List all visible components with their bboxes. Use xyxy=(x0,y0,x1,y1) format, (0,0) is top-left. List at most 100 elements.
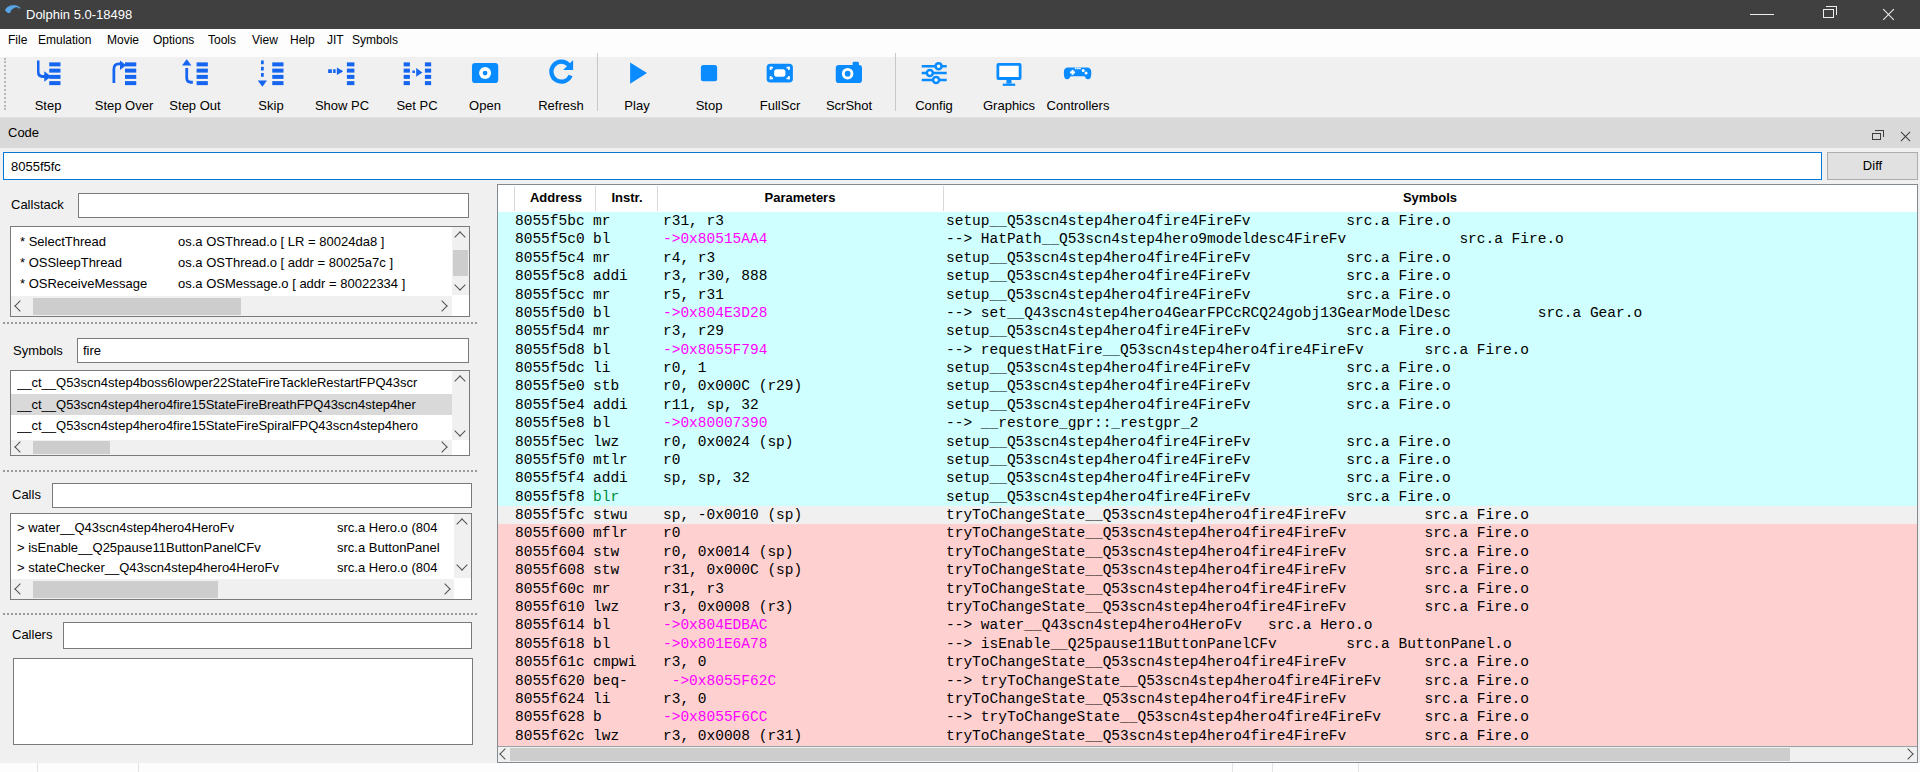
code-row-8055f5e8[interactable]: 8055f5e8bl->0x80007390--> __restore_gpr:… xyxy=(498,414,1917,432)
code-row-8055f5c0[interactable]: 8055f5c0bl->0x80515AA4--> HatPath__Q53sc… xyxy=(498,230,1917,248)
calls-hscroll-thumb[interactable] xyxy=(33,581,218,598)
code-column-address[interactable]: Address xyxy=(530,190,582,205)
code-row-8055f5fc[interactable]: 8055f5fcstwusp, -0x0010 (sp)tryToChangeS… xyxy=(498,506,1917,524)
code-row-8055f5f0[interactable]: 8055f5f0mtlrr0setup__Q53scn4step4hero4fi… xyxy=(498,451,1917,469)
graphics-icon xyxy=(994,58,1024,88)
code-row-8055f620[interactable]: 8055f620beq- ->0x8055F62C--> tryToChange… xyxy=(498,672,1917,690)
toolbar-play[interactable]: Play xyxy=(622,58,652,113)
callstack-hscroll-thumb[interactable] xyxy=(33,298,241,315)
symbols-filter-input[interactable] xyxy=(77,338,469,363)
menu-movie[interactable]: Movie xyxy=(107,33,139,47)
calls-item-loc[interactable]: src.a Hero.o (804 xyxy=(337,560,453,575)
toolbar-separator-2 xyxy=(895,53,896,111)
code-row-8055f5f8[interactable]: 8055f5f8blrsetup__Q53scn4step4hero4fire4… xyxy=(498,488,1917,506)
toolbar-refresh[interactable]: Refresh xyxy=(538,58,584,113)
menu-jit[interactable]: JIT xyxy=(327,33,344,47)
toolbar-controllers[interactable]: Controllers xyxy=(1047,58,1110,113)
code-row-8055f5ec[interactable]: 8055f5eclwzr0, 0x0024 (sp)setup__Q53scn4… xyxy=(498,433,1917,451)
address-input[interactable] xyxy=(3,152,1822,180)
symbols-label: Symbols xyxy=(13,343,63,358)
callstack-filter-input[interactable] xyxy=(78,193,469,218)
callstack-item-loc[interactable]: os.a OSMessage.o [ addr = 80022334 ] xyxy=(178,276,405,291)
splitter-2[interactable] xyxy=(3,470,477,472)
calls-item-loc[interactable]: src.a ButtonPanel xyxy=(337,540,453,555)
code-row-8055f5d8[interactable]: 8055f5d8bl->0x8055F794--> requestHatFire… xyxy=(498,341,1917,359)
toolbar-graphics[interactable]: Graphics xyxy=(983,58,1035,113)
code-row-8055f600[interactable]: 8055f600mflrr0tryToChangeState__Q53scn4s… xyxy=(498,524,1917,542)
callstack-item-func[interactable]: * OSSleepThread xyxy=(20,255,122,270)
calls-item-func[interactable]: > stateChecker__Q43scn4step4hero4HeroFv xyxy=(17,560,279,575)
callstack-item-func[interactable]: * SelectThread xyxy=(20,234,106,249)
toolbar-set-pc[interactable]: Set PC xyxy=(396,58,437,113)
dolphin-logo-icon xyxy=(4,3,21,15)
splitter-1[interactable] xyxy=(3,322,477,324)
toolbar-step-out[interactable]: Step Out xyxy=(169,58,220,113)
toolbar-open[interactable]: Open xyxy=(469,58,501,113)
symbols-item[interactable]: __ct__Q53scn4step4hero4fire15StateFireSp… xyxy=(17,418,451,433)
code-row-8055f62c[interactable]: 8055f62clwzr3, 0x0008 (r31)tryToChangeSt… xyxy=(498,727,1917,745)
code-row-8055f614[interactable]: 8055f614bl->0x804EDBAC--> water__Q43scn4… xyxy=(498,616,1917,634)
code-column-instr[interactable]: Instr. xyxy=(611,190,642,205)
menu-file[interactable]: File xyxy=(8,33,27,47)
code-row-8055f618[interactable]: 8055f618bl->0x801E6A78--> isEnable__Q25p… xyxy=(498,635,1917,653)
code-row-8055f5e0[interactable]: 8055f5e0stbr0, 0x000C (r29)setup__Q53scn… xyxy=(498,377,1917,395)
menu-tools[interactable]: Tools xyxy=(208,33,236,47)
toolbar-config[interactable]: Config xyxy=(915,58,953,113)
calls-item-func[interactable]: > water__Q43scn4step4hero4HeroFv xyxy=(17,520,234,535)
toolbar-scrshot[interactable]: ScrShot xyxy=(826,58,872,113)
code-row-8055f608[interactable]: 8055f608stwr31, 0x000C (sp)tryToChangeSt… xyxy=(498,561,1917,579)
controllers-icon xyxy=(1063,58,1093,88)
splitter-3[interactable] xyxy=(3,613,477,615)
toolbar xyxy=(0,57,1920,118)
callstack-item-func[interactable]: * OSReceiveMessage xyxy=(20,276,147,291)
symbols-item-selected[interactable]: __ct__Q53scn4step4hero4fire15StateFireBr… xyxy=(17,397,451,412)
menu-emulation[interactable]: Emulation xyxy=(38,33,91,47)
calls-item-loc[interactable]: src.a Hero.o (804 xyxy=(337,520,453,535)
callers-filter-input[interactable] xyxy=(63,622,472,649)
code-row-8055f5e4[interactable]: 8055f5e4addir11, sp, 32setup__Q53scn4ste… xyxy=(498,396,1917,414)
diff-button[interactable]: Diff xyxy=(1827,152,1918,180)
menu-help[interactable]: Help xyxy=(290,33,315,47)
code-hscroll-thumb[interactable] xyxy=(510,748,1790,761)
code-row-8055f5f4[interactable]: 8055f5f4addisp, sp, 32setup__Q53scn4step… xyxy=(498,469,1917,487)
calls-item-func[interactable]: > isEnable__Q25pause11ButtonPanelCFv xyxy=(17,540,261,555)
code-row-8055f61c[interactable]: 8055f61ccmpwir3, 0tryToChangeState__Q53s… xyxy=(498,653,1917,671)
callstack-item-loc[interactable]: os.a OSThread.o [ LR = 80024da8 ] xyxy=(178,234,384,249)
toolbar-step[interactable]: Step xyxy=(33,58,63,113)
callstack-item-loc[interactable]: os.a OSThread.o [ addr = 80025a7c ] xyxy=(178,255,393,270)
code-header xyxy=(498,185,1917,212)
menu-symbols[interactable]: Symbols xyxy=(352,33,398,47)
code-row-8055f5d4[interactable]: 8055f5d4mrr3, r29setup__Q53scn4step4hero… xyxy=(498,322,1917,340)
callstack-vscroll-thumb[interactable] xyxy=(453,250,468,276)
toolbar-drag-handle[interactable] xyxy=(4,58,6,110)
toolbar-stop[interactable]: Stop xyxy=(694,58,724,113)
code-row-8055f624[interactable]: 8055f624lir3, 0tryToChangeState__Q53scn4… xyxy=(498,690,1917,708)
menu-options[interactable]: Options xyxy=(153,33,194,47)
code-row-8055f610[interactable]: 8055f610lwzr3, 0x0008 (r3)tryToChangeSta… xyxy=(498,598,1917,616)
code-row-8055f60c[interactable]: 8055f60cmrr31, r3tryToChangeState__Q53sc… xyxy=(498,580,1917,598)
code-column-parameters[interactable]: Parameters xyxy=(765,190,836,205)
title-bar xyxy=(0,0,1920,29)
code-row-8055f5dc[interactable]: 8055f5dclir0, 1setup__Q53scn4step4hero4f… xyxy=(498,359,1917,377)
menu-view[interactable]: View xyxy=(252,33,278,47)
code-row-8055f628[interactable]: 8055f628b->0x8055F6CC--> tryToChangeStat… xyxy=(498,708,1917,726)
toolbar-show-pc[interactable]: Show PC xyxy=(315,58,369,113)
toolbar-fullscr[interactable]: FullScr xyxy=(760,58,800,113)
code-row-8055f5c8[interactable]: 8055f5c8addir3, r30, 888setup__Q53scn4st… xyxy=(498,267,1917,285)
step-icon xyxy=(33,58,63,88)
code-row-8055f5cc[interactable]: 8055f5ccmrr5, r31setup__Q53scn4step4hero… xyxy=(498,286,1917,304)
status-strip xyxy=(0,763,1920,772)
calls-filter-input[interactable] xyxy=(52,483,472,508)
set-pc-icon xyxy=(402,58,432,88)
symbols-hscroll-thumb[interactable] xyxy=(33,441,110,454)
step-out-icon xyxy=(180,58,210,88)
toolbar-skip[interactable]: Skip xyxy=(256,58,286,113)
code-row-8055f5c4[interactable]: 8055f5c4mrr4, r3setup__Q53scn4step4hero4… xyxy=(498,249,1917,267)
symbols-item[interactable]: __ct__Q53scn4step4boss6lowper22StateFire… xyxy=(17,375,451,390)
code-column-symbols[interactable]: Symbols xyxy=(1403,190,1457,205)
code-row-8055f5bc[interactable]: 8055f5bcmrr31, r3setup__Q53scn4step4hero… xyxy=(498,212,1917,230)
menu-bar xyxy=(0,29,1920,57)
toolbar-step-over[interactable]: Step Over xyxy=(95,58,154,113)
code-row-8055f5d0[interactable]: 8055f5d0bl->0x804E3D28--> set__Q43scn4st… xyxy=(498,304,1917,322)
code-row-8055f604[interactable]: 8055f604stwr0, 0x0014 (sp)tryToChangeSta… xyxy=(498,543,1917,561)
